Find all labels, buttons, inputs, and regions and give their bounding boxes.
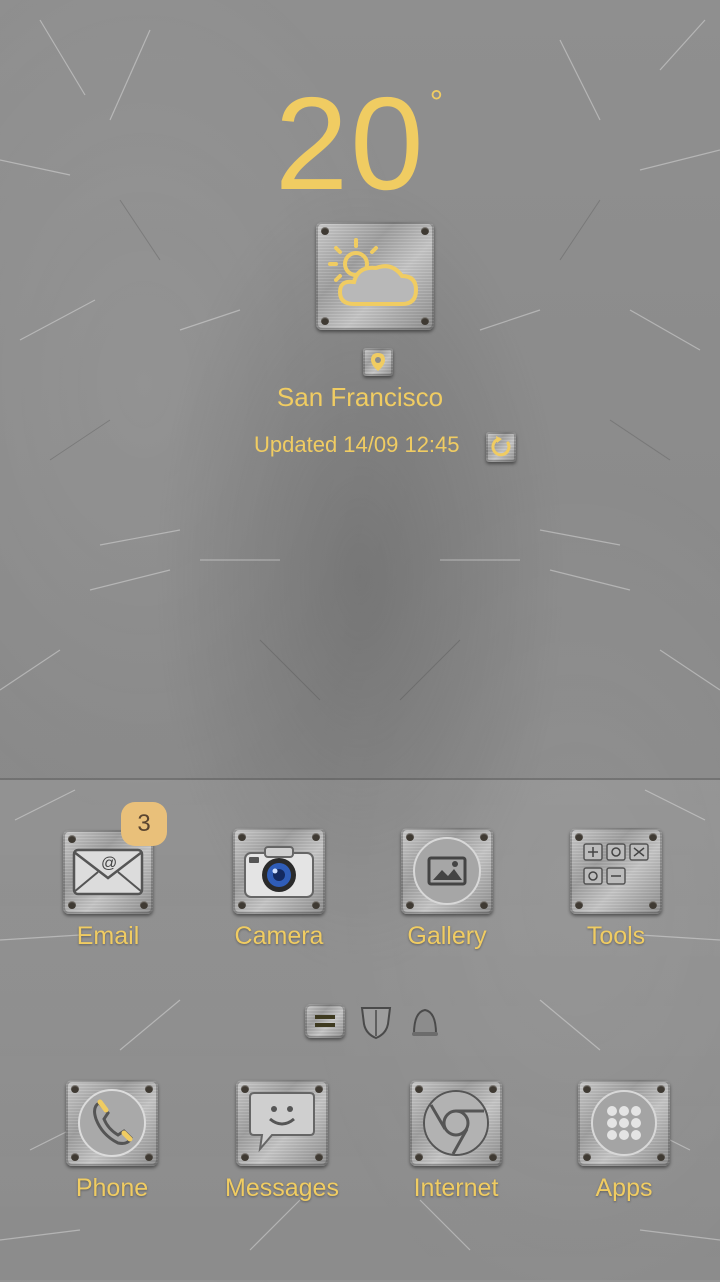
- temperature-value: 20: [274, 70, 426, 217]
- degree-symbol: °: [429, 84, 446, 122]
- svg-text:@: @: [101, 855, 117, 872]
- email-unread-badge: 3: [121, 802, 167, 846]
- phone-icon: [78, 1089, 146, 1157]
- app-camera[interactable]: Camera: [209, 828, 349, 951]
- weather-icon-plate[interactable]: [316, 222, 434, 330]
- location-pin-icon: [371, 353, 385, 371]
- apps-plate: [578, 1080, 670, 1166]
- gallery-label: Gallery: [407, 922, 487, 950]
- app-tools[interactable]: Tools: [546, 828, 686, 951]
- apps-label: Apps: [595, 1174, 653, 1202]
- location-pin-plate[interactable]: [363, 348, 393, 376]
- tools-folder-plate: [570, 828, 662, 914]
- partly-sunny-icon: [328, 238, 419, 306]
- messages-label: Messages: [225, 1174, 339, 1202]
- app-grid-icon: [591, 1090, 657, 1156]
- shield-icon: [360, 1007, 392, 1040]
- phone-label: Phone: [75, 1174, 149, 1202]
- page-indicator-shield[interactable]: [358, 1004, 394, 1040]
- menu-lines-icon: [315, 1015, 335, 1027]
- updated-time: Updated 14/09 12:45: [254, 432, 460, 457]
- gallery-plate: [401, 828, 493, 914]
- temperature-display[interactable]: 20 °: [0, 78, 720, 210]
- page-indicator-bell[interactable]: [408, 1004, 442, 1038]
- camera-icon: [244, 846, 314, 898]
- refresh-icon: [491, 436, 511, 457]
- internet-plate: [410, 1080, 502, 1166]
- phone-plate: [66, 1080, 158, 1166]
- envelope-icon: @: [72, 848, 144, 896]
- app-email[interactable]: @ Email: [38, 830, 178, 951]
- camera-plate: [233, 828, 325, 914]
- app-internet[interactable]: Internet: [386, 1080, 526, 1203]
- app-apps[interactable]: Apps: [554, 1080, 694, 1203]
- email-label: Email: [76, 922, 140, 950]
- refresh-button[interactable]: [486, 432, 516, 462]
- picture-icon: [413, 837, 481, 905]
- internet-label: Internet: [413, 1174, 499, 1202]
- page-indicator-menu[interactable]: [305, 1004, 345, 1038]
- messages-plate: [236, 1080, 328, 1166]
- camera-label: Camera: [234, 922, 324, 950]
- app-gallery[interactable]: Gallery: [377, 828, 517, 951]
- app-phone[interactable]: Phone: [42, 1080, 182, 1203]
- chrome-browser-icon: [423, 1090, 489, 1156]
- bell-icon: [412, 1008, 438, 1036]
- tools-label: Tools: [586, 922, 646, 950]
- city-name[interactable]: San Francisco: [0, 382, 720, 413]
- message-bubble-icon: [249, 1092, 315, 1153]
- tools-folder-icon: [583, 843, 649, 885]
- app-messages[interactable]: Messages: [212, 1080, 352, 1203]
